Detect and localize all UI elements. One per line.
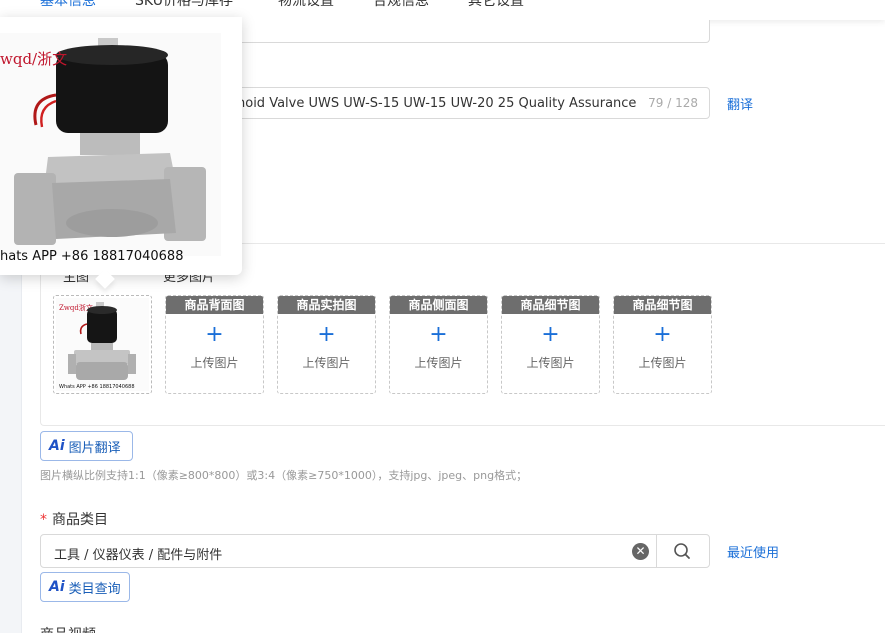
ai-icon: Ai (49, 579, 65, 595)
search-icon (674, 543, 690, 559)
upload-slot-real-shot[interactable]: 商品实拍图 + 上传图片 (277, 295, 376, 394)
main-image-thumbnail[interactable]: Zwqd浙文 Whats APP +86 18817040688 (53, 295, 152, 394)
upload-text: 上传图片 (638, 356, 687, 370)
upload-slot-back-view[interactable]: 商品背面图 + 上传图片 (165, 295, 264, 394)
category-label: 商品类目 (52, 512, 108, 528)
ai-image-translate-label: 图片翻译 (68, 440, 121, 456)
upload-text: 上传图片 (190, 356, 239, 370)
category-label-row: * 商品类目 (40, 509, 108, 529)
upload-text: 上传图片 (414, 356, 463, 370)
slot-header: 商品实拍图 (278, 296, 375, 314)
next-section-label: 商品视频 (40, 624, 96, 633)
ai-image-translate-button[interactable]: Ai 图片翻译 (40, 431, 133, 461)
translate-link[interactable]: 翻译 (727, 94, 753, 113)
upload-text: 上传图片 (526, 356, 575, 370)
slot-header: 商品细节图 (614, 296, 711, 314)
tab-basic-info[interactable]: 基本信息 (40, 0, 96, 10)
tab-logistics[interactable]: 物流设置 (278, 0, 334, 10)
upload-slot-side-view[interactable]: 商品侧面图 + 上传图片 (389, 295, 488, 394)
required-mark: * (40, 512, 47, 528)
upload-slot-detail-1[interactable]: 商品细节图 + 上传图片 (501, 295, 600, 394)
clear-icon[interactable]: ✕ (632, 543, 649, 560)
upload-slot-detail-2[interactable]: 商品细节图 + 上传图片 (613, 295, 712, 394)
slot-header: 商品细节图 (502, 296, 599, 314)
category-value: 工具 / 仪器仪表 / 配件与附件 (54, 548, 223, 563)
preview-caption: hats APP +86 18817040688 (0, 249, 184, 264)
svg-text:Whats APP +86 18817040688: Whats APP +86 18817040688 (59, 384, 135, 390)
recent-used-link[interactable]: 最近使用 (727, 542, 779, 561)
plus-icon: + (541, 322, 560, 347)
plus-icon: + (429, 322, 448, 347)
image-format-hint: 图片横纵比例支持1:1（像素≥800*800）或3:4（像素≥750*1000）… (40, 469, 528, 482)
slot-header: 商品侧面图 (390, 296, 487, 314)
ai-category-query-button[interactable]: Ai 类目查询 (40, 572, 130, 602)
valve-thumbnail-image: Zwqd浙文 Whats APP +86 18817040688 (56, 298, 149, 391)
preview-watermark: wqd/浙文 (0, 50, 68, 68)
text-field-upper[interactable] (230, 20, 710, 43)
plus-icon: + (317, 322, 336, 347)
plus-icon: + (653, 322, 672, 347)
product-title-char-count: 79 / 128 (648, 96, 698, 110)
category-search-button[interactable] (657, 535, 709, 567)
plus-icon: + (205, 322, 224, 347)
ai-category-query-label: 类目查询 (68, 581, 121, 597)
category-input[interactable]: 工具 / 仪器仪表 / 配件与附件 ✕ (40, 534, 710, 568)
tab-other-settings[interactable]: 其它设置 (468, 0, 524, 10)
image-preview-popup: wqd/浙文 hats APP +86 18817040688 (0, 17, 242, 289)
upload-text: 上传图片 (302, 356, 351, 370)
slot-header: 商品背面图 (166, 296, 263, 314)
product-title-input[interactable]: noid Valve UWS UW-S-15 UW-15 UW-20 25 Qu… (222, 87, 710, 119)
tab-compliance[interactable]: 合规信息 (373, 0, 429, 10)
ai-icon: Ai (49, 438, 65, 454)
product-title-value: noid Valve UWS UW-S-15 UW-15 UW-20 25 Qu… (237, 96, 637, 111)
tab-sku-price-stock[interactable]: SKU价格与库存 (135, 0, 233, 10)
